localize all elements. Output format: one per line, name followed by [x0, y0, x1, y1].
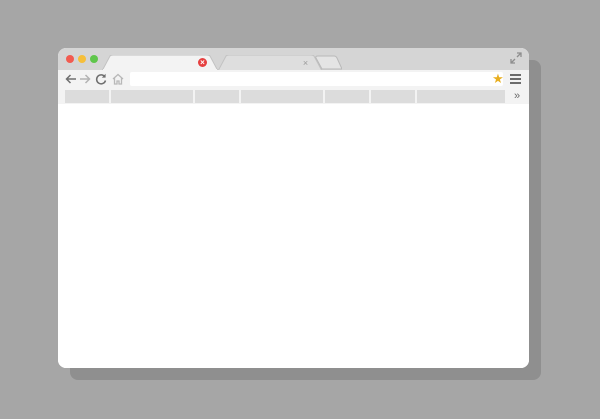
reload-icon[interactable] [94, 72, 108, 86]
bookmark-item[interactable] [111, 90, 193, 103]
back-arrow-icon[interactable] [64, 72, 78, 86]
bookmark-item[interactable] [65, 90, 109, 103]
star-icon[interactable]: ★ [491, 72, 505, 86]
forward-arrow-icon[interactable] [78, 72, 92, 86]
window-maximize-button[interactable] [90, 55, 98, 63]
window-minimize-button[interactable] [78, 55, 86, 63]
bookmarks-bar: » [58, 89, 529, 104]
bookmark-item[interactable] [417, 90, 505, 103]
expand-icon[interactable] [510, 52, 522, 64]
toolbar: ★ [58, 70, 529, 89]
tab-active[interactable]: × [102, 55, 218, 71]
bookmark-item[interactable] [195, 90, 239, 103]
tab-close-icon[interactable]: × [301, 58, 310, 67]
bookmark-item[interactable] [371, 90, 415, 103]
new-tab-button[interactable] [312, 55, 342, 71]
window-close-button[interactable] [66, 55, 74, 63]
chevron-double-right-icon[interactable]: » [510, 89, 524, 104]
address-bar[interactable] [130, 72, 503, 86]
bookmark-item[interactable] [325, 90, 369, 103]
page-content [58, 104, 529, 368]
browser-window: × × ★ » [58, 48, 529, 368]
home-icon[interactable] [111, 72, 125, 86]
tab-close-icon[interactable]: × [198, 58, 207, 67]
title-bar: × × [58, 48, 529, 71]
hamburger-menu-icon[interactable] [510, 74, 521, 84]
tab-inactive[interactable]: × [218, 55, 322, 71]
bookmark-item[interactable] [241, 90, 323, 103]
